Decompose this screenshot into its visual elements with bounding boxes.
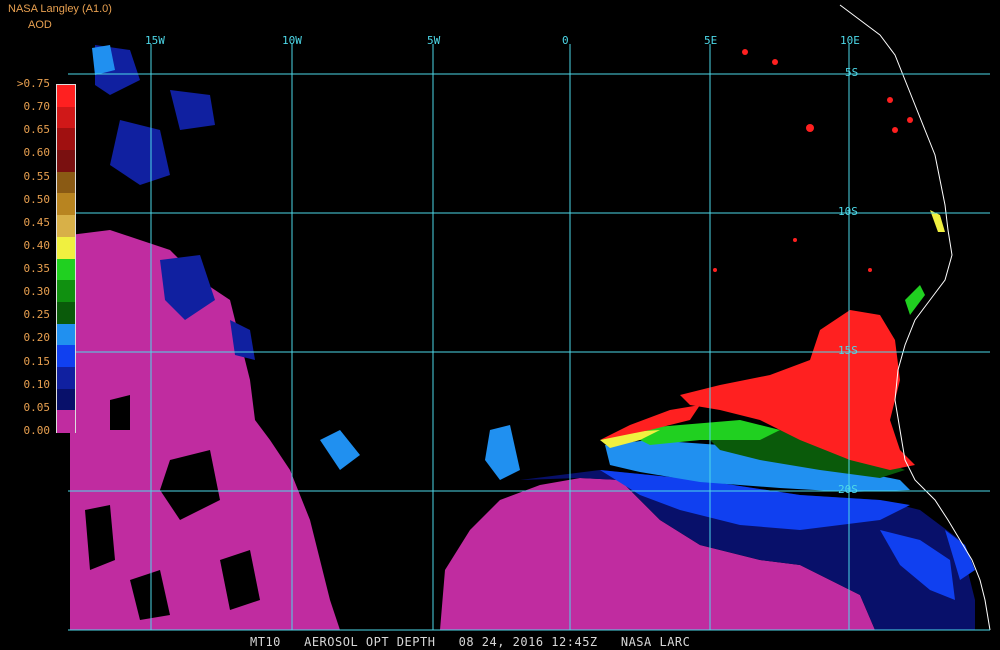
- product-title: NASA Langley (A1.0): [8, 3, 112, 15]
- colorbar-tick-label: 0.10: [23, 377, 51, 391]
- colorbar-swatch: [57, 301, 75, 325]
- footer-datetime: 08 24, 2016 12:45Z: [458, 635, 598, 649]
- colorbar-tick-label: 0.55: [23, 169, 51, 183]
- colorbar-tick-label: 0.05: [23, 400, 51, 414]
- colorbar-tick-label: 0.70: [23, 100, 51, 114]
- colorbar-tick-label: 0.30: [23, 285, 51, 299]
- colorbar-tick-label: 0.40: [23, 238, 51, 252]
- colorbar-swatch: [57, 215, 75, 238]
- lon-label-15w: 15W: [145, 34, 165, 47]
- lon-label-0: 0: [562, 34, 569, 47]
- colorbar-swatch: [57, 128, 75, 151]
- lat-label-15s: 15S: [838, 344, 858, 357]
- lon-label-10e: 10E: [840, 34, 860, 47]
- colorbar-swatch: [57, 410, 75, 433]
- footer-source: NASA LARC: [620, 635, 691, 649]
- lon-label-10w: 10W: [282, 34, 302, 47]
- colorbar-tick-label: 0.50: [23, 192, 51, 206]
- colorbar-swatch: [57, 388, 75, 411]
- colorbar-tick-label: 0.00: [23, 424, 51, 437]
- colorbar-tick-label: 0.35: [23, 262, 51, 276]
- colorbar-tick-label: 0.45: [23, 215, 51, 229]
- colorbar-swatch: [57, 106, 75, 129]
- lat-label-20s: 20S: [838, 483, 858, 496]
- footer-caption: MT10 AEROSOL OPT DEPTH 08 24, 2016 12:45…: [250, 635, 690, 649]
- lat-label-5s: 5S: [845, 66, 859, 79]
- colorbar-swatch: [57, 193, 75, 216]
- footer-field: AEROSOL OPT DEPTH: [304, 635, 436, 649]
- colorbar-swatch: [57, 85, 75, 108]
- colorbar-swatch: [57, 345, 75, 368]
- lat-label-10s: 10S: [838, 205, 858, 218]
- unit-label: AOD: [28, 19, 52, 31]
- colorbar-tick-label: >0.75: [16, 77, 50, 90]
- aod-map: [68, 4, 991, 631]
- colorbar-swatch: [57, 280, 75, 303]
- colorbar-swatch: [57, 366, 75, 390]
- aod-colorbar: [56, 84, 76, 433]
- colorbar-tick-label: 0.60: [23, 146, 51, 160]
- colorbar-swatch: [57, 258, 75, 281]
- colorbar-swatch: [57, 150, 75, 173]
- lon-label-5w: 5W: [427, 34, 441, 47]
- colorbar-tick-label: 0.20: [23, 331, 51, 345]
- colorbar-swatch: [57, 236, 75, 259]
- colorbar-swatch: [57, 323, 75, 346]
- lon-label-5e: 5E: [704, 34, 718, 47]
- colorbar-tick-label: 0.25: [23, 308, 51, 322]
- colorbar-swatch: [57, 171, 75, 194]
- aod-scatter-red: [713, 49, 913, 272]
- colorbar-tick-label: 0.15: [23, 354, 51, 368]
- footer-product: MT10: [250, 635, 281, 649]
- colorbar-tick-label: 0.65: [23, 123, 51, 137]
